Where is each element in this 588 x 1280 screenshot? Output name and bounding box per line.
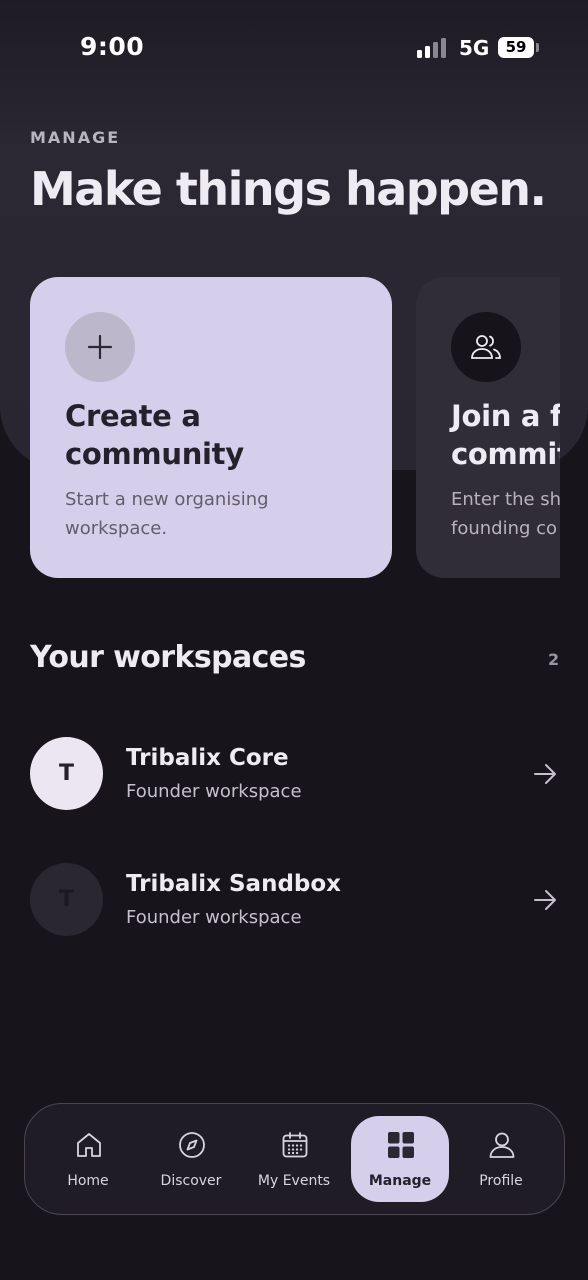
arrow-right-icon	[534, 764, 556, 784]
card-description: Start a new organising workspace.	[65, 485, 365, 543]
card-title-line: commit	[451, 437, 560, 471]
card-description-line: Start a new organising	[65, 489, 269, 510]
card-description-line: Enter the sh	[451, 489, 560, 510]
tab-label: Manage	[368, 1173, 432, 1189]
tab-label: Discover	[160, 1173, 222, 1189]
card-description: Enter the sh founding co	[451, 485, 560, 543]
action-cards-carousel[interactable]: Create a community Start a new organisin…	[0, 277, 560, 579]
tab-discover[interactable]: Discover	[142, 1116, 240, 1202]
status-bar: 9:00 5G 59	[0, 0, 588, 92]
battery-icon: 59	[498, 37, 534, 58]
calendar-icon	[279, 1129, 311, 1161]
battery-level: 59	[505, 38, 527, 56]
network-type: 5G	[459, 36, 490, 60]
workspace-name: Tribalix Core	[126, 745, 289, 771]
avatar: T	[30, 737, 103, 810]
tab-my-events[interactable]: My Events	[245, 1116, 343, 1202]
home-icon	[73, 1129, 105, 1161]
tab-label: My Events	[257, 1173, 331, 1189]
battery-cap	[536, 43, 539, 52]
workspace-subtitle: Founder workspace	[126, 907, 302, 928]
card-title-line: Create a	[65, 399, 201, 433]
page-title: Make things happen.	[30, 162, 547, 216]
tab-label: Home	[67, 1173, 109, 1189]
card-title: Create a community	[65, 397, 365, 473]
grid-icon	[385, 1129, 417, 1161]
arrow-right-icon	[534, 890, 556, 910]
workspace-row[interactable]: T Tribalix Core Founder workspace	[30, 737, 560, 811]
cellular-signal-icon	[417, 38, 447, 58]
join-community-card[interactable]: Join a f commit Enter the sh founding co	[416, 277, 560, 578]
person-icon	[486, 1129, 518, 1161]
card-title: Join a f commit	[451, 397, 560, 473]
avatar: T	[30, 863, 103, 936]
plus-icon	[65, 312, 135, 382]
workspace-row[interactable]: T Tribalix Sandbox Founder workspace	[30, 863, 560, 937]
bottom-tab-bar: Home Discover My Events Manage Profile	[24, 1103, 565, 1215]
section-eyebrow: MANAGE	[30, 128, 121, 147]
tab-home[interactable]: Home	[39, 1116, 137, 1202]
workspaces-count: 2	[548, 650, 560, 669]
workspace-name: Tribalix Sandbox	[126, 871, 342, 897]
tab-manage[interactable]: Manage	[351, 1116, 449, 1202]
card-description-line: workspace.	[65, 518, 168, 539]
workspace-subtitle: Founder workspace	[126, 781, 302, 802]
manage-screen: 9:00 5G 59 MANAGE Make things happen. Cr…	[0, 0, 588, 1280]
people-icon	[451, 312, 521, 382]
tab-label: Profile	[479, 1173, 523, 1189]
status-time: 9:00	[80, 32, 145, 61]
card-title-line: community	[65, 437, 244, 471]
card-title-line: Join a f	[451, 399, 560, 433]
workspaces-heading: Your workspaces	[30, 640, 306, 675]
create-community-card[interactable]: Create a community Start a new organisin…	[30, 277, 392, 578]
compass-icon	[176, 1129, 208, 1161]
card-description-line: founding co	[451, 518, 558, 539]
tab-profile[interactable]: Profile	[452, 1116, 550, 1202]
